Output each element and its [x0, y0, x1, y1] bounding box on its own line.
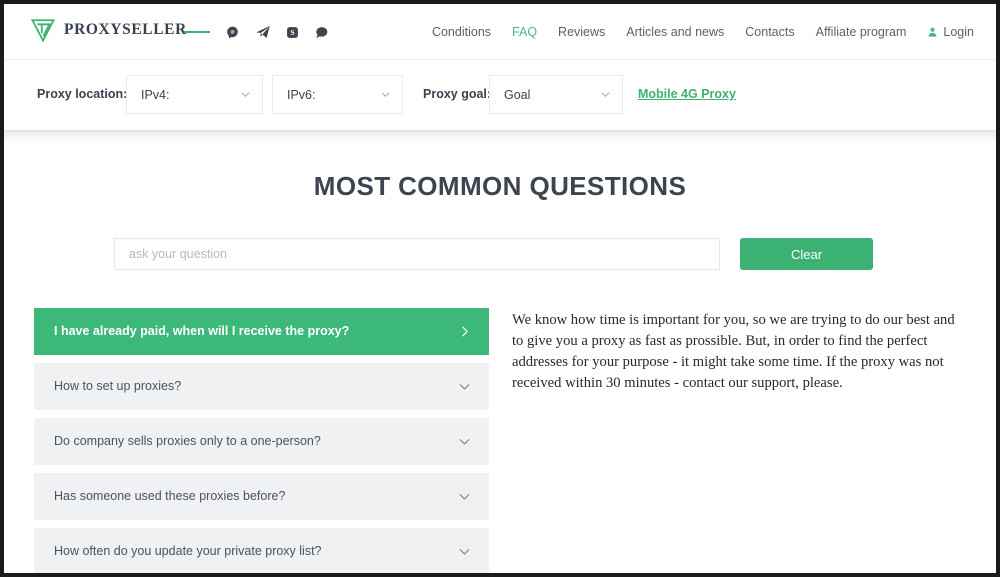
- nav-item-reviews[interactable]: Reviews: [558, 25, 605, 39]
- brand-name: PROXYSELLER: [64, 21, 187, 38]
- dash-icon: [184, 31, 210, 33]
- ipv6-select[interactable]: IPv6:: [272, 75, 403, 114]
- chevron-down-icon: [459, 549, 470, 555]
- login-label: Login: [943, 25, 974, 39]
- faq-question: How often do you update your private pro…: [54, 544, 322, 558]
- page-title: MOST COMMON QUESTIONS: [313, 171, 687, 201]
- chevron-down-icon: [381, 92, 390, 97]
- mobile-4g-proxy-link[interactable]: Mobile 4G Proxy: [638, 87, 736, 101]
- faq-search-row: Clear: [4, 238, 996, 271]
- chevron-down-icon: [459, 384, 470, 390]
- faq-question: How to set up proxies?: [54, 379, 182, 393]
- main-navigation: Conditions FAQ Reviews Articles and news…: [432, 4, 974, 60]
- faq-answer-text: We know how time is important for you, s…: [512, 312, 955, 391]
- chevron-right-icon: [462, 326, 468, 337]
- brand-logo[interactable]: PROXYSELLER: [30, 17, 187, 43]
- proxy-location-label: Proxy location:: [37, 87, 128, 101]
- chevron-down-icon: [459, 494, 470, 500]
- ipv4-select-value: IPv4:: [141, 87, 170, 102]
- browser-page: PROXYSELLER S Conditions FAQ Reviews Art…: [4, 4, 996, 573]
- chat-bubble-icon[interactable]: [225, 25, 240, 40]
- proxy-filter-bar: Proxy location: IPv4: IPv6: Proxy goal: …: [4, 60, 996, 130]
- proxy-goal-select[interactable]: Goal: [489, 75, 623, 114]
- faq-item-2[interactable]: How to set up proxies?: [34, 363, 489, 410]
- site-header: PROXYSELLER S Conditions FAQ Reviews Art…: [4, 4, 996, 60]
- faq-item-5[interactable]: How often do you update your private pro…: [34, 528, 489, 573]
- proxy-goal-label: Proxy goal:: [423, 87, 492, 101]
- ipv6-select-value: IPv6:: [287, 87, 316, 102]
- social-links: S: [184, 24, 329, 40]
- proxyseller-triangle-logo-icon: [30, 19, 56, 43]
- nav-item-articles-and-news[interactable]: Articles and news: [626, 25, 724, 39]
- nav-item-faq[interactable]: FAQ: [512, 25, 537, 39]
- skype-icon[interactable]: S: [286, 26, 299, 39]
- faq-item-3[interactable]: Do company sells proxies only to a one-p…: [34, 418, 489, 465]
- section-divider: [4, 130, 996, 144]
- faq-item-1[interactable]: I have already paid, when will I receive…: [34, 308, 489, 355]
- faq-section: MOST COMMON QUESTIONS Clear I have alrea…: [4, 144, 996, 573]
- proxy-goal-select-value: Goal: [504, 87, 531, 102]
- user-icon: [929, 27, 937, 37]
- ipv4-select[interactable]: IPv4:: [126, 75, 263, 114]
- nav-item-affiliate-program[interactable]: Affiliate program: [816, 25, 907, 39]
- telegram-plane-icon[interactable]: [255, 24, 271, 40]
- message-bubble-icon[interactable]: [314, 25, 329, 40]
- clear-button[interactable]: Clear: [740, 238, 873, 270]
- faq-question: Do company sells proxies only to a one-p…: [54, 434, 321, 448]
- nav-item-conditions[interactable]: Conditions: [432, 25, 491, 39]
- chevron-down-icon: [241, 92, 250, 97]
- login-button[interactable]: Login: [927, 25, 974, 39]
- faq-question: Has someone used these proxies before?: [54, 489, 286, 503]
- svg-text:S: S: [290, 28, 294, 37]
- chevron-down-icon: [459, 439, 470, 445]
- faq-accordion: I have already paid, when will I receive…: [34, 308, 489, 573]
- nav-item-contacts[interactable]: Contacts: [745, 25, 794, 39]
- faq-question: I have already paid, when will I receive…: [54, 324, 350, 338]
- search-input[interactable]: [114, 238, 720, 270]
- chevron-down-icon: [601, 92, 610, 97]
- faq-item-4[interactable]: Has someone used these proxies before?: [34, 473, 489, 520]
